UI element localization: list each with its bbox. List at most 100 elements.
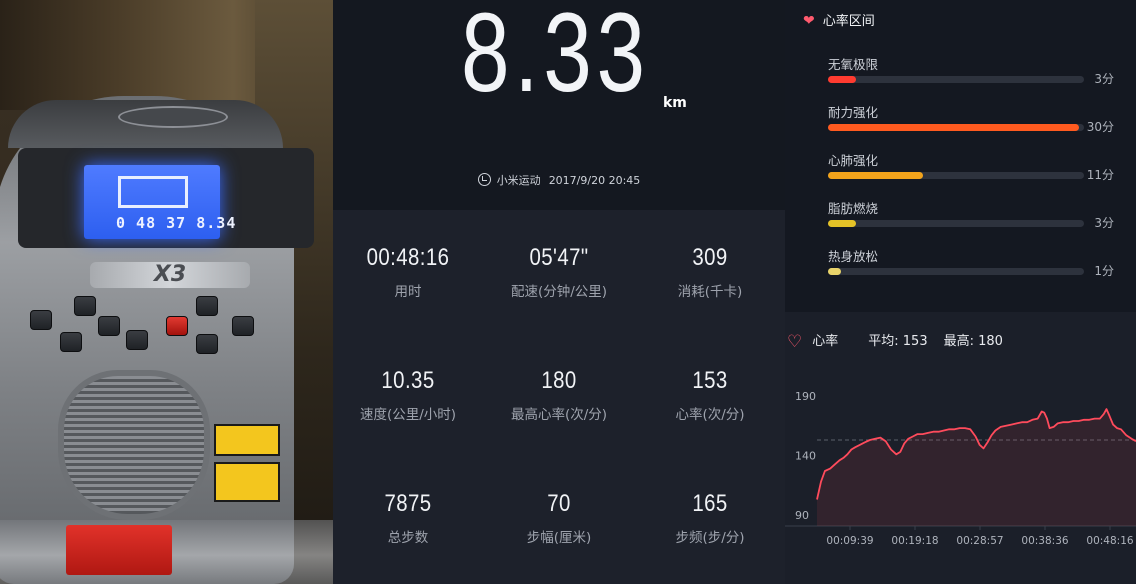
stat-value: 05'47" [529, 244, 589, 271]
zone-name: 热身放松 [828, 249, 879, 264]
stat-cadence: 165 步频(步/分) [635, 490, 785, 546]
stat-speed: 10.35 速度(公里/小时) [333, 367, 483, 423]
stat-value: 7875 [384, 490, 432, 517]
zones-header: ❤ 心率区间 [803, 10, 875, 29]
zone-fill [828, 76, 857, 83]
x-tick-label: 00:48:16 [1086, 535, 1133, 547]
stat-heart-rate: 153 心率(次/分) [635, 367, 785, 423]
zone-fill [828, 124, 1079, 131]
heart-icon: ❤ [803, 13, 815, 29]
zone-minutes: 30分 [1086, 120, 1114, 134]
zone-track [828, 172, 1084, 179]
zone-endurance: 耐力强化 30分 [828, 102, 1128, 134]
stats-grid: 00:48:16 用时 05'47" 配速(分钟/公里) 309 消耗(千卡) … [333, 222, 785, 584]
zone-fill [828, 268, 841, 275]
stat-max-heart-rate: 180 最高心率(次/分) [484, 367, 634, 423]
heart-rate-chart: 190 140 90 00:09:39 00:19:18 00:28:57 00:38:36… [785, 390, 1136, 547]
heart-rate-panel: ❤ 心率区间 无氧极限 3分 耐力强化 30分 心肺强化 11分 脂肪燃烧 3分 … [785, 0, 1136, 584]
brand-logo [118, 106, 228, 128]
zone-cardio: 心肺强化 11分 [828, 150, 1128, 182]
heart-rate-area [817, 409, 1136, 526]
zone-track [828, 76, 1084, 83]
stat-value: 309 [692, 244, 728, 271]
heart-rate-average: 平均: 153 [868, 334, 928, 349]
distance-unit: km [663, 95, 687, 111]
zone-track [828, 124, 1084, 131]
zone-minutes: 11分 [1086, 168, 1114, 182]
x-tick-label: 00:28:57 [956, 535, 1003, 547]
stat-pace: 05'47" 配速(分钟/公里) [484, 244, 634, 300]
y-tick-label: 190 [795, 390, 816, 403]
treadmill-photo: 0 48 37 8.34 X3 [0, 0, 333, 584]
plus-key [196, 296, 218, 316]
stat-calories: 309 消耗(千卡) [635, 244, 785, 300]
model-plate: X3 [90, 262, 250, 288]
record-datetime: 2017/9/20 20:45 [548, 174, 641, 187]
zone-minutes: 3分 [1094, 72, 1114, 86]
heart-rate-header: ♡ 心率 平均: 153 最高: 180 [787, 330, 1003, 352]
zone-fat-burn: 脂肪燃烧 3分 [828, 198, 1128, 230]
up-key [74, 296, 96, 316]
treadmill-keypad [30, 290, 270, 360]
stat-label: 配速(分钟/公里) [510, 284, 608, 300]
stat-label: 速度(公里/小时) [359, 407, 457, 423]
stat-value: 180 [541, 367, 577, 394]
stat-value: 00:48:16 [366, 244, 450, 271]
heart-rate-max: 最高: 180 [943, 334, 1003, 349]
lcd-readout: 0 48 37 8.34 [116, 214, 237, 232]
x-tick-label: 00:09:39 [826, 535, 873, 547]
speaker-grille [58, 370, 210, 520]
stat-stride: 70 步幅(厘米) [484, 490, 634, 546]
stat-duration: 00:48:16 用时 [333, 244, 483, 300]
zone-minutes: 3分 [1094, 216, 1114, 230]
stat-value: 70 [547, 490, 571, 517]
zone-warmup: 热身放松 1分 [828, 246, 1128, 278]
y-tick-label: 140 [795, 450, 816, 463]
stat-label: 总步数 [387, 530, 429, 546]
x-tick-label: 00:38:36 [1021, 535, 1068, 547]
y-tick-label: 90 [795, 509, 809, 522]
stat-value: 153 [692, 367, 728, 394]
zone-name: 脂肪燃烧 [828, 201, 879, 216]
stat-value: 10.35 [381, 367, 435, 394]
stat-label: 消耗(千卡) [677, 284, 743, 300]
zone-track [828, 268, 1084, 275]
quick-start-key [232, 316, 254, 336]
heart-rate-title: 心率 [812, 334, 839, 349]
warning-label [214, 424, 280, 456]
stat-steps: 7875 总步数 [333, 490, 483, 546]
heart-outline-icon: ♡ [787, 332, 803, 352]
zone-fill [828, 220, 857, 227]
zone-fill [828, 172, 923, 179]
x-tick-label: 00:19:18 [891, 535, 938, 547]
check-key [60, 332, 82, 352]
fan-key [126, 330, 148, 350]
zones-title: 心率区间 [822, 14, 875, 29]
source-name: 小米运动 [496, 174, 541, 187]
stop-key [166, 316, 188, 336]
stat-label: 心率(次/分) [675, 407, 745, 423]
caution-label [214, 462, 280, 502]
distance-header: 8.33 km 小米运动 2017/9/20 20:45 [333, 0, 785, 210]
zone-minutes: 1分 [1094, 264, 1114, 278]
zone-anaerobic: 无氧极限 3分 [828, 54, 1128, 86]
mode-key [98, 316, 120, 336]
distance-value: 8.33 [461, 0, 650, 115]
heart-rate-zones: ❤ 心率区间 无氧极限 3分 耐力强化 30分 心肺强化 11分 脂肪燃烧 3分 … [785, 0, 1136, 312]
heart-rate-chart-section: ♡ 心率 平均: 153 最高: 180 190 140 90 00:09:39 00:19:… [785, 312, 1136, 584]
stat-label: 步幅(厘米) [526, 530, 592, 546]
stat-label: 用时 [394, 284, 422, 300]
record-source: 小米运动 2017/9/20 20:45 [333, 172, 785, 188]
zone-track [828, 220, 1084, 227]
minus-key [196, 334, 218, 354]
workout-summary: 8.33 km 小米运动 2017/9/20 20:45 00:48:16 用时 … [333, 0, 785, 584]
stat-value: 165 [692, 490, 728, 517]
stat-label: 步频(步/分) [675, 530, 745, 546]
enter-key [30, 310, 52, 330]
safety-key-base [66, 525, 172, 575]
zone-name: 耐力强化 [828, 105, 879, 120]
zone-name: 心肺强化 [828, 153, 879, 168]
mi-logo-icon [477, 173, 491, 186]
zone-name: 无氧极限 [828, 57, 879, 72]
stat-label: 最高心率(次/分) [510, 407, 608, 423]
